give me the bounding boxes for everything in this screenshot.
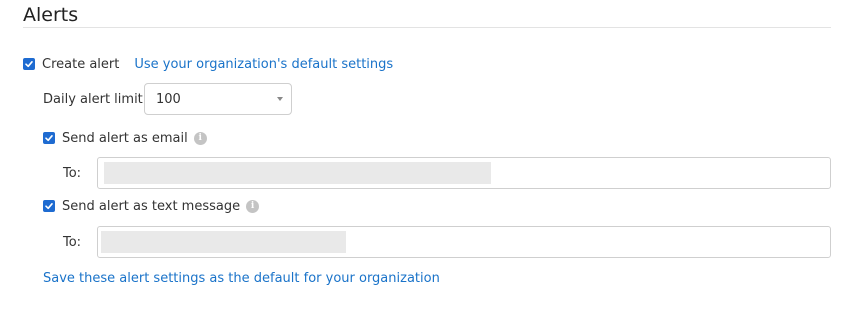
text-alert-checkbox[interactable] [43,200,55,212]
text-to-row: To: [63,233,81,251]
redacted-phone-value [101,231,346,253]
title-divider [23,27,831,28]
daily-limit-label: Daily alert limit [43,91,143,107]
email-alert-row: Send alert as email i [43,129,207,147]
create-alert-row: Create alert Use your organization's def… [23,55,393,73]
daily-limit-value: 100 [156,91,181,107]
email-to-label: To: [63,165,82,181]
checkmark-icon [45,203,53,210]
info-icon[interactable]: i [193,131,207,145]
email-alert-checkbox[interactable] [43,132,55,144]
email-to-input[interactable] [97,157,831,189]
checkmark-icon [25,61,33,68]
daily-limit-select[interactable]: 100 [144,83,292,115]
text-alert-label: Send alert as text message [62,198,241,214]
use-default-settings-link[interactable]: Use your organization's default settings [134,57,393,72]
redacted-email-value [104,162,491,184]
save-default-row: Save these alert settings as the default… [43,269,440,287]
save-as-default-link[interactable]: Save these alert settings as the default… [43,271,440,286]
create-alert-checkbox[interactable] [23,58,35,70]
text-to-input[interactable] [97,226,831,258]
daily-limit-row: Daily alert limit [43,90,143,108]
email-alert-label: Send alert as email [62,130,188,146]
text-alert-row: Send alert as text message i [43,197,260,215]
checkmark-icon [45,135,53,142]
text-to-label: To: [63,234,82,250]
section-title: Alerts [23,4,79,26]
chevron-down-icon [277,97,283,101]
create-alert-label: Create alert [42,56,120,72]
info-icon[interactable]: i [246,199,260,213]
email-to-row: To: [63,164,81,182]
